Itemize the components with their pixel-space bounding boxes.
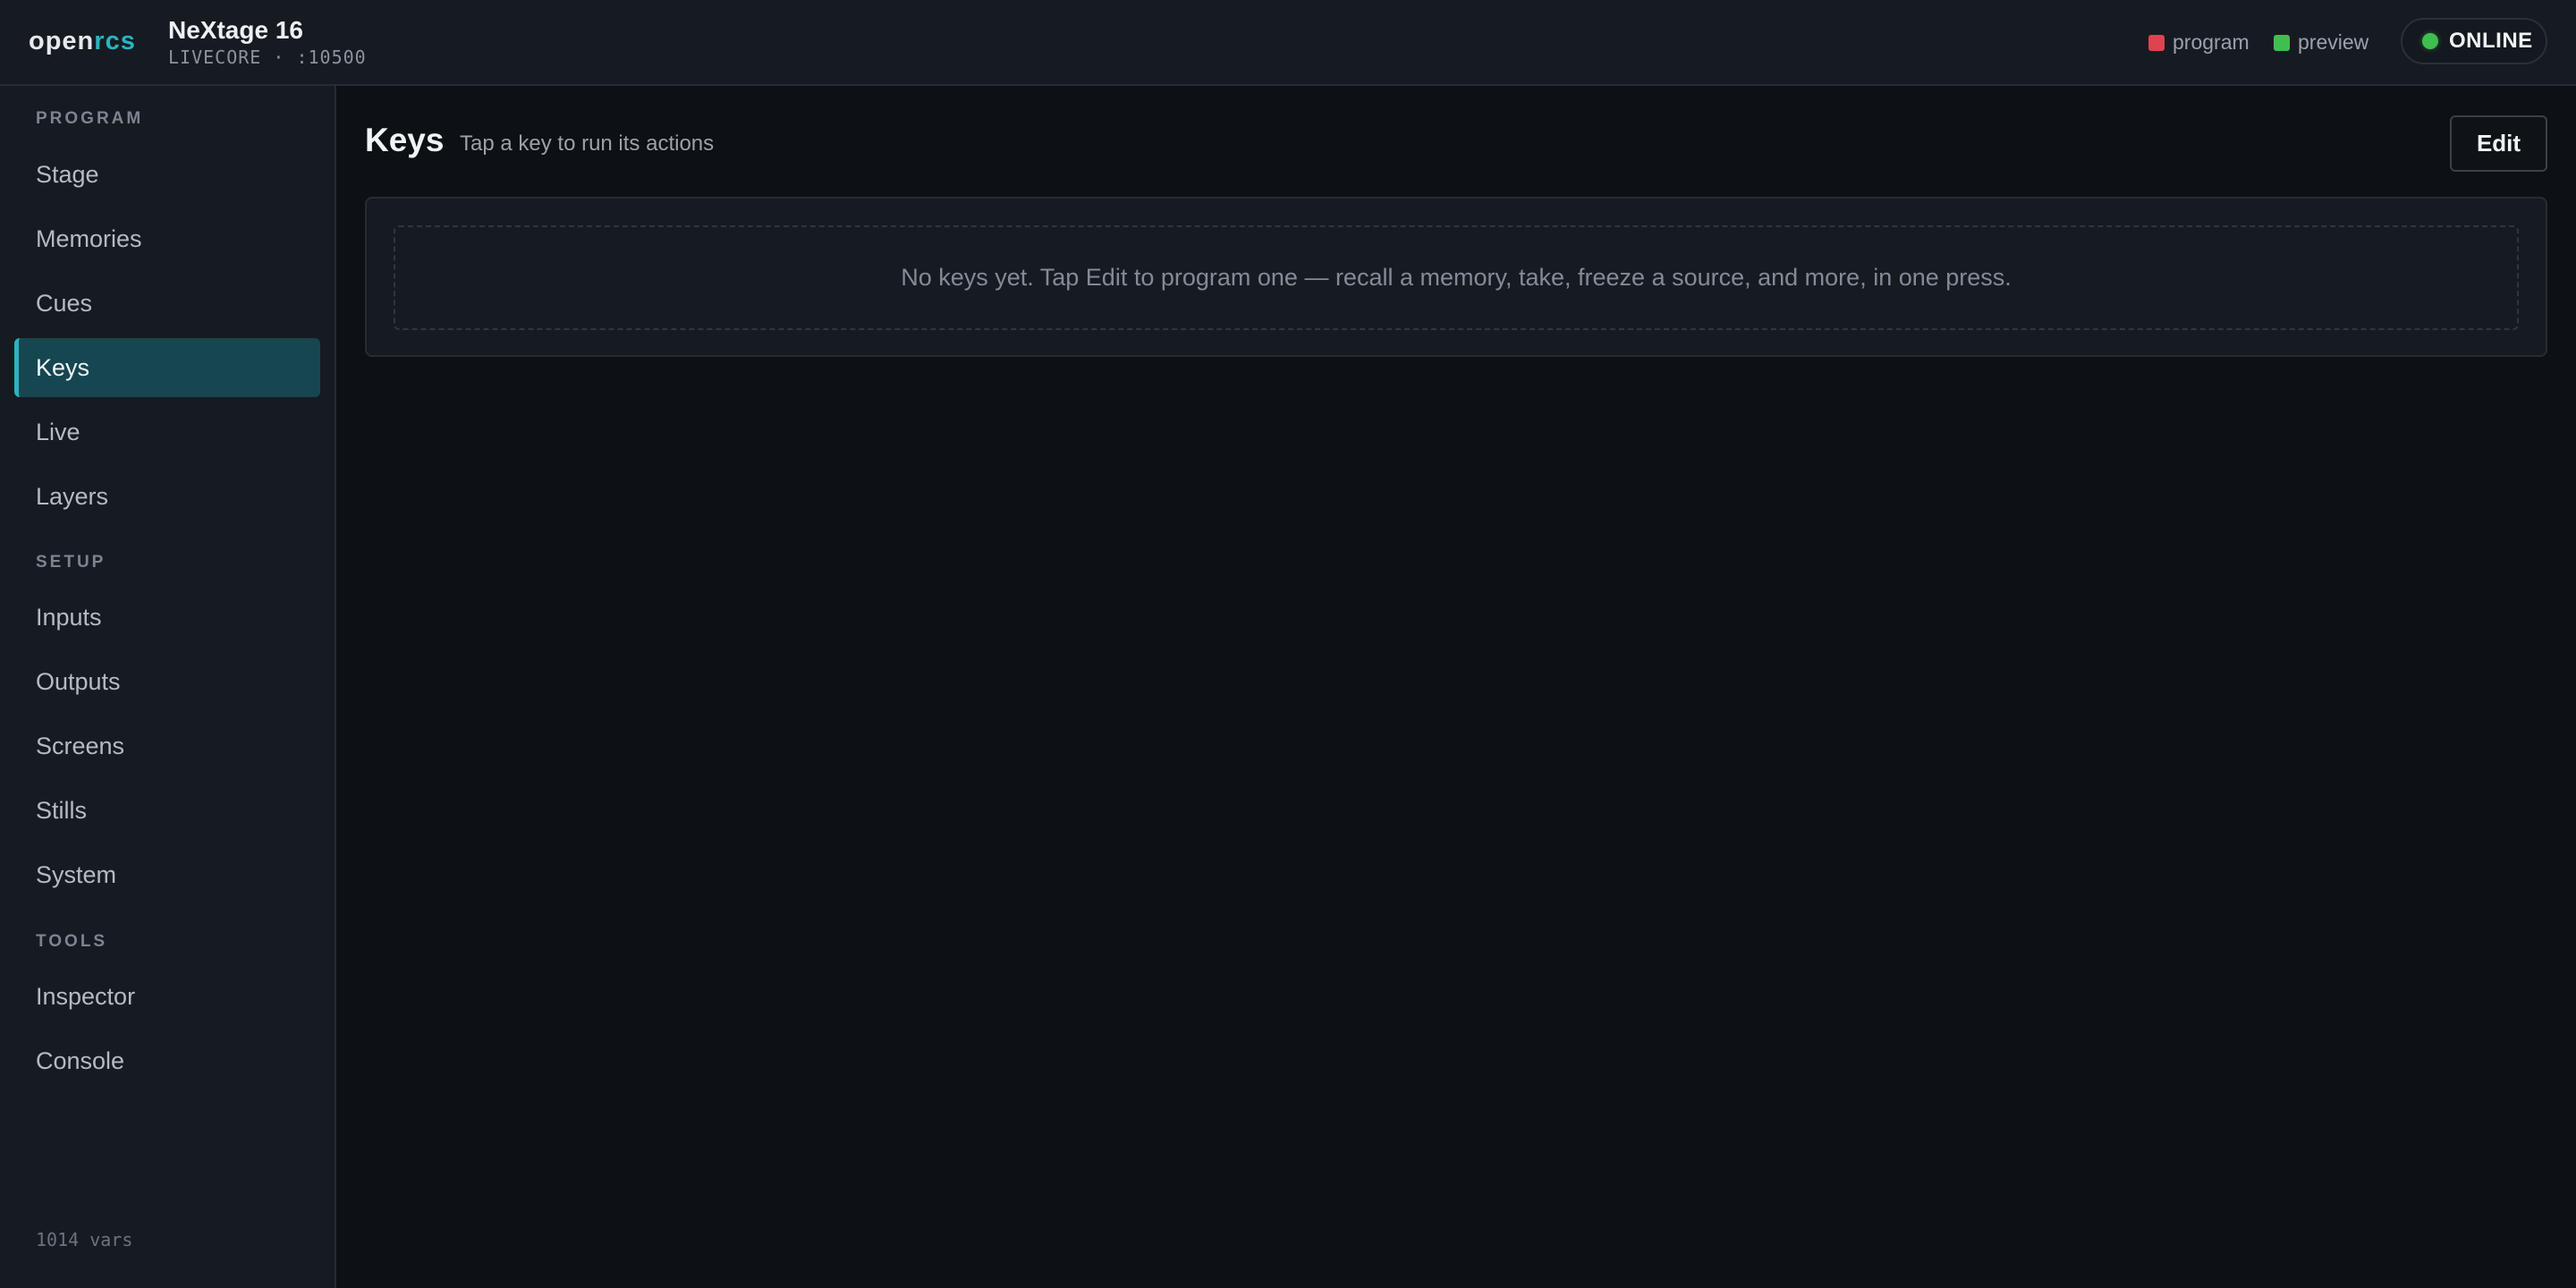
device-name: NeXtage 16 (168, 16, 303, 44)
device-address: LIVECORE · :10500 (168, 47, 367, 68)
edit-button[interactable]: Edit (2450, 115, 2547, 172)
page-subtitle: Tap a key to run its actions (460, 131, 715, 156)
sidebar-item-screens[interactable]: Screens (14, 716, 320, 775)
legend-preview: preview (2274, 30, 2368, 55)
status-dot-icon (2422, 33, 2438, 49)
preview-swatch-icon (2274, 34, 2290, 51)
page-title: Keys (365, 122, 445, 158)
sidebar-item-system[interactable]: System (14, 845, 320, 904)
section-label-tools: TOOLS (36, 932, 108, 951)
sidebar-item-cues[interactable]: Cues (14, 274, 320, 333)
sidebar-item-inspector[interactable]: Inspector (14, 967, 320, 1026)
sidebar-item-outputs[interactable]: Outputs (14, 652, 320, 711)
empty-state-message: No keys yet. Tap Edit to program one — r… (394, 225, 2519, 330)
device-info: NeXtage 16 LIVECORE · :10500 (168, 16, 367, 70)
keys-panel: No keys yet. Tap Edit to program one — r… (365, 197, 2547, 357)
app-logo[interactable]: openrcs (29, 27, 136, 56)
sidebar-item-stage[interactable]: Stage (14, 145, 320, 204)
section-label-setup: SETUP (36, 553, 106, 572)
sidebar-item-memories[interactable]: Memories (14, 209, 320, 268)
sidebar-item-inputs[interactable]: Inputs (14, 588, 320, 647)
status-text: ONLINE (2449, 29, 2533, 53)
sidebar: PROGRAM Stage Memories Cues Keys Live La… (0, 86, 336, 1288)
connection-status-badge[interactable]: ONLINE (2401, 18, 2547, 64)
sidebar-item-keys[interactable]: Keys (14, 338, 320, 397)
legend-program-label: program (2173, 30, 2250, 54)
logo-text-rcs: rcs (94, 27, 136, 55)
sidebar-item-live[interactable]: Live (14, 402, 320, 462)
section-label-program: PROGRAM (36, 109, 144, 128)
sidebar-item-layers[interactable]: Layers (14, 467, 320, 526)
logo-text-open: open (29, 27, 95, 55)
legend-program: program (2148, 30, 2250, 55)
sidebar-item-stills[interactable]: Stills (14, 781, 320, 840)
sidebar-item-console[interactable]: Console (14, 1031, 320, 1090)
top-bar: openrcs NeXtage 16 LIVECORE · :10500 pro… (0, 0, 2576, 86)
program-swatch-icon (2148, 34, 2165, 51)
legend-preview-label: preview (2298, 30, 2369, 54)
vars-count: 1014 vars (36, 1229, 133, 1250)
